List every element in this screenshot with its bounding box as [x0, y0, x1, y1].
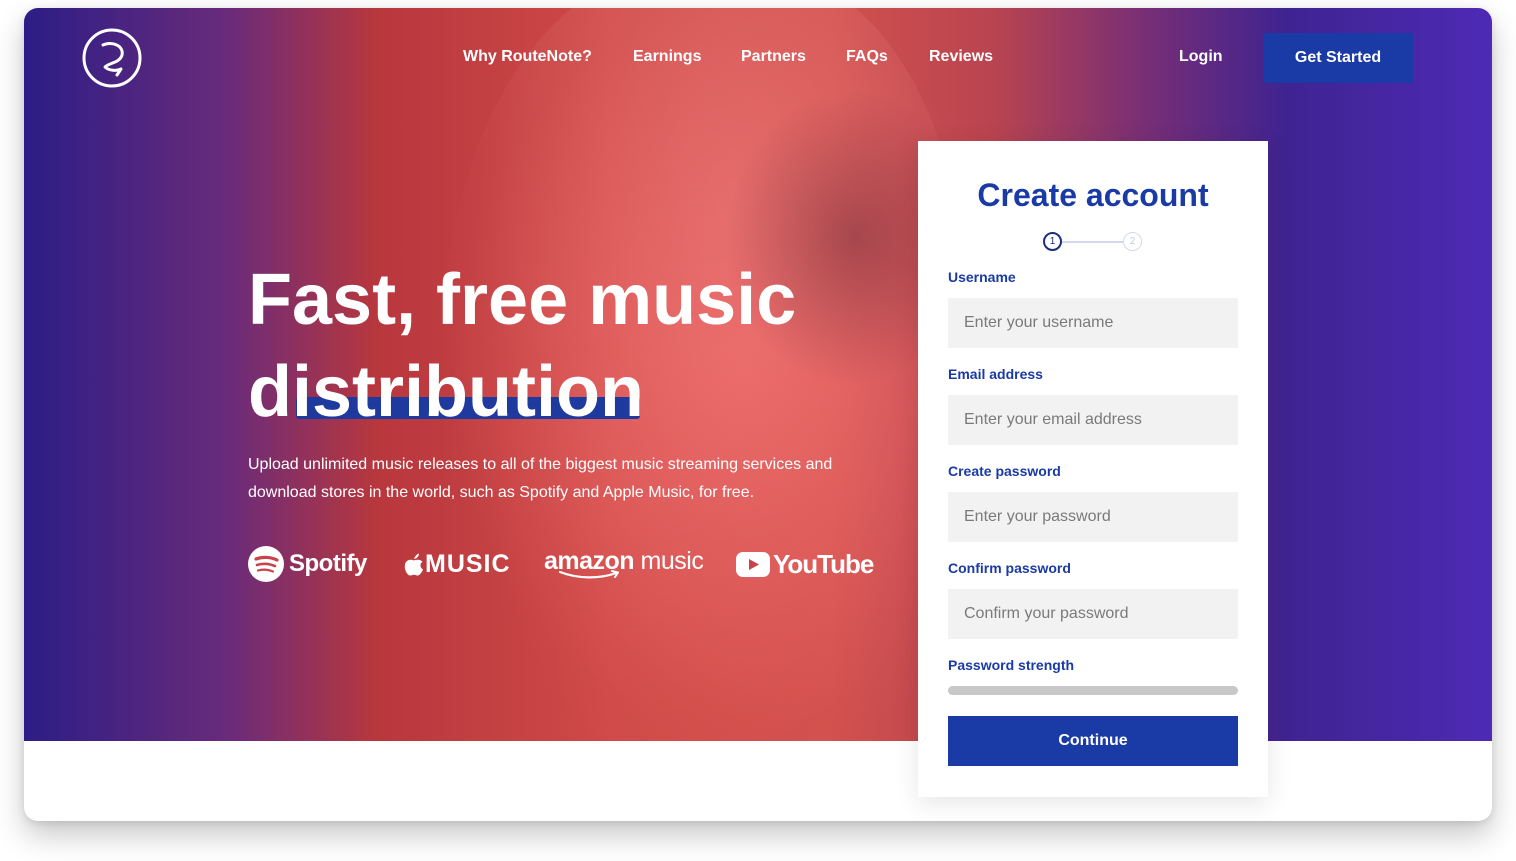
- create-account-card: Create account 1 2 Username Email addres…: [918, 141, 1268, 797]
- email-label: Email address: [948, 366, 1043, 382]
- nav-reviews[interactable]: Reviews: [929, 48, 993, 66]
- partner-logos: Spotify MUSIC amazon music YouTube: [248, 545, 874, 583]
- confirm-password-label: Confirm password: [948, 560, 1071, 576]
- nav-why-routenote[interactable]: Why RouteNote?: [463, 48, 592, 66]
- spotify-icon: [248, 546, 284, 582]
- create-password-label: Create password: [948, 463, 1061, 479]
- amazon-music-label: music: [640, 547, 704, 575]
- apple-music-logo: MUSIC: [403, 545, 511, 583]
- spotify-logo: Spotify: [248, 545, 367, 583]
- stepper-connector: [1062, 241, 1123, 243]
- nav-earnings[interactable]: Earnings: [633, 48, 701, 66]
- hero-subtext: Upload unlimited music releases to all o…: [248, 456, 833, 501]
- confirm-password-input[interactable]: [948, 589, 1238, 639]
- amazon-music-logo: amazon music: [544, 545, 704, 583]
- password-strength-label: Password strength: [948, 657, 1075, 673]
- browser-window: Why RouteNote? Earnings Partners FAQs Re…: [24, 8, 1492, 821]
- hero-headline: Fast, free music distribution: [248, 254, 888, 438]
- username-input[interactable]: [948, 298, 1238, 348]
- nav-partners[interactable]: Partners: [741, 48, 806, 66]
- nav-faqs[interactable]: FAQs: [846, 48, 888, 66]
- spotify-label: Spotify: [289, 550, 367, 577]
- continue-button[interactable]: Continue: [948, 716, 1238, 766]
- youtube-logo: YouTube: [736, 545, 874, 583]
- password-strength-bar: [948, 686, 1238, 695]
- get-started-button[interactable]: Get Started: [1263, 33, 1413, 83]
- form-stepper: 1 2: [1041, 231, 1145, 253]
- youtube-play-icon: [736, 551, 770, 577]
- apple-music-label: MUSIC: [425, 549, 511, 578]
- headline-line-2: distribution: [248, 352, 644, 432]
- username-label: Username: [948, 269, 1016, 285]
- email-input[interactable]: [948, 395, 1238, 445]
- create-account-title: Create account: [977, 177, 1209, 213]
- login-link[interactable]: Login: [1179, 48, 1223, 66]
- step-2-indicator: 2: [1123, 232, 1142, 251]
- amazon-smile-icon: [558, 570, 619, 579]
- apple-icon: [404, 553, 423, 576]
- create-password-input[interactable]: [948, 492, 1238, 542]
- headline-line-1: Fast, free music: [248, 260, 797, 340]
- hero-section: Why RouteNote? Earnings Partners FAQs Re…: [24, 8, 1492, 741]
- youtube-label: YouTube: [773, 548, 874, 579]
- step-1-indicator: 1: [1043, 232, 1062, 251]
